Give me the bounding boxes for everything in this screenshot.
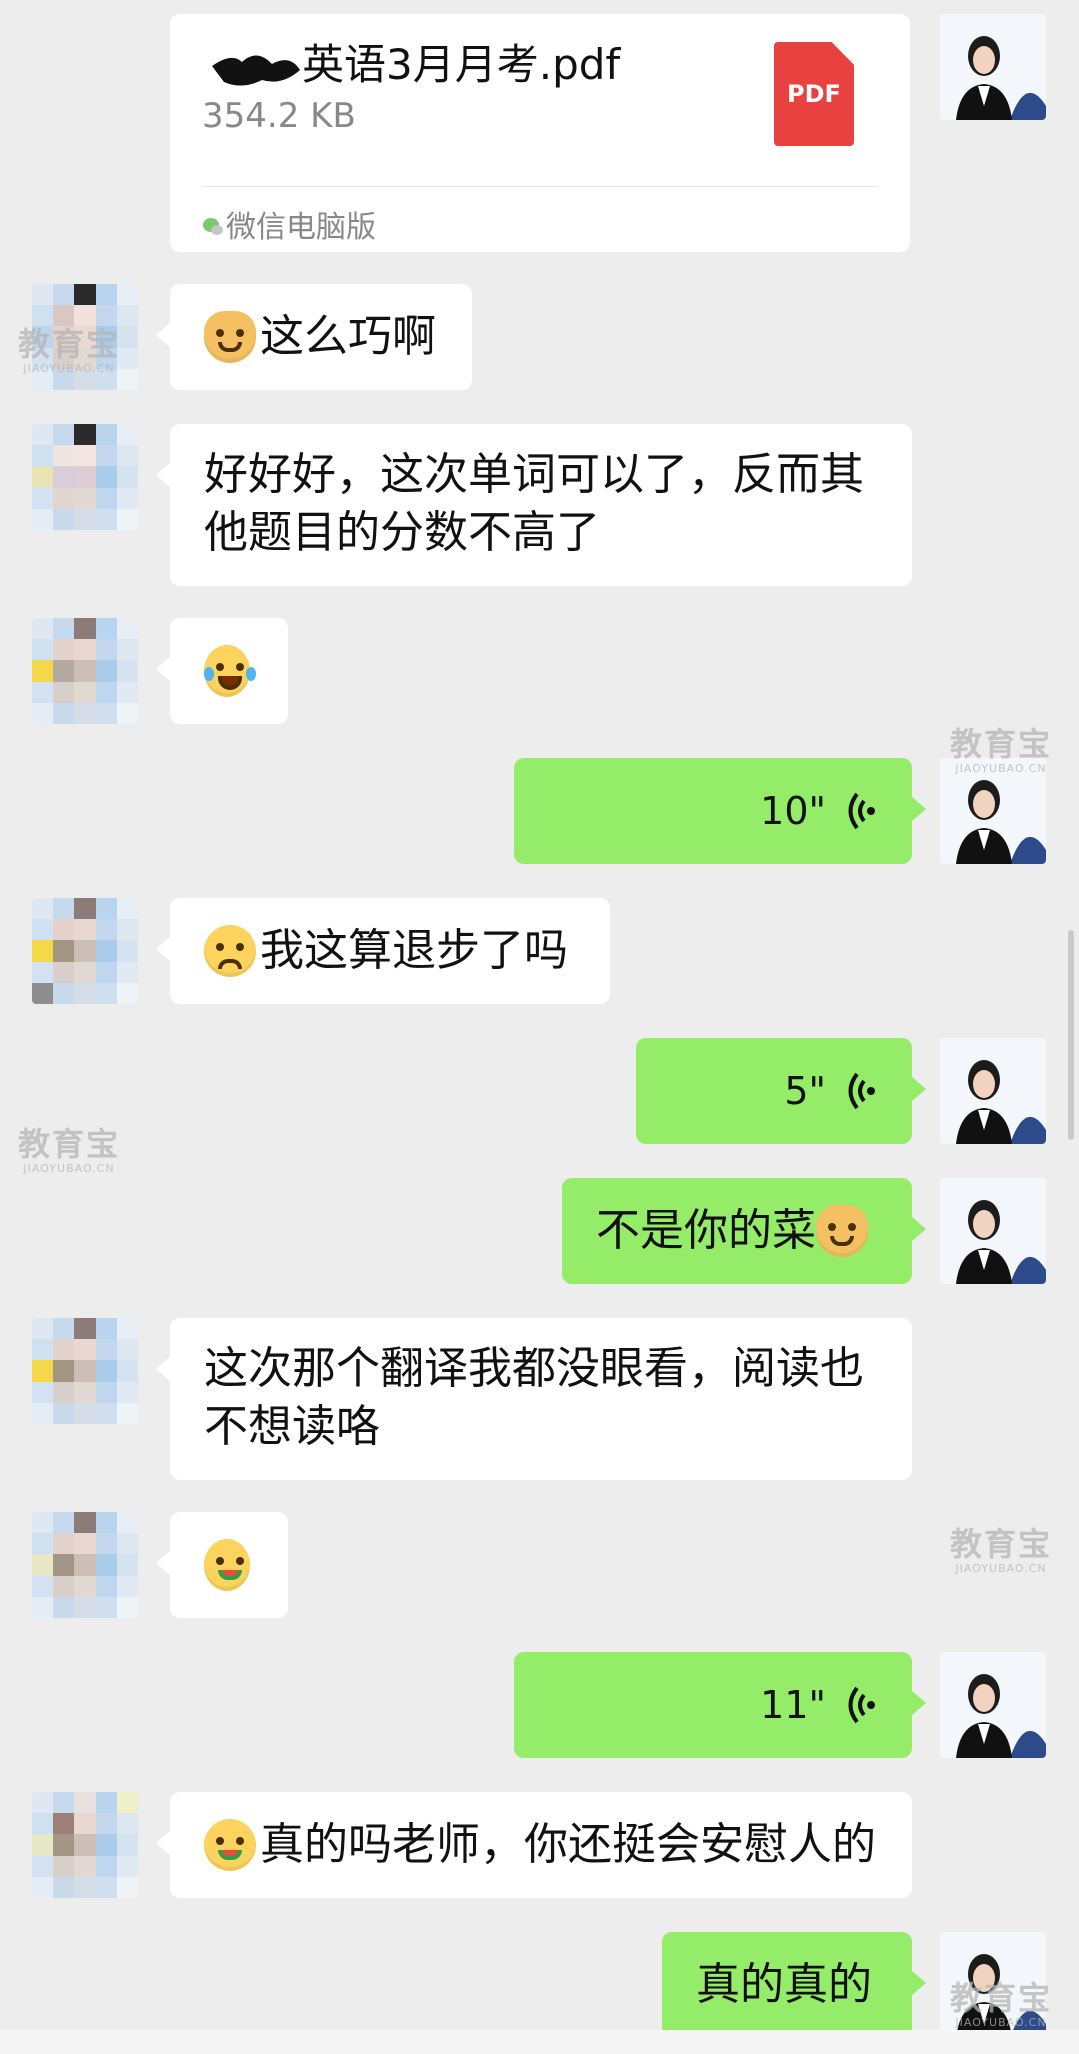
- file-source-label: 微信电脑版: [226, 210, 376, 245]
- mosaic-avatar: [32, 1318, 138, 1424]
- mosaic-avatar: [32, 1792, 138, 1898]
- mosaic-avatar: [32, 898, 138, 1004]
- voice-duration: 10": [760, 789, 826, 833]
- message-bubble[interactable]: 这次那个翻译我都没眼看，阅读也不想读咯: [156, 1318, 912, 1480]
- message-bubble[interactable]: 不是你的菜: [562, 1178, 926, 1284]
- message-text: 真的吗老师，你还挺会安慰人的: [260, 1819, 876, 1870]
- teacher-photo: [940, 1652, 1046, 1758]
- mosaic-avatar: [32, 618, 138, 724]
- watermark: 教育宝 JIAOYUBAO.CN: [18, 325, 121, 375]
- message-text: 真的真的: [696, 1959, 872, 2010]
- divider: [202, 186, 878, 187]
- voice-message-bubble[interactable]: 5": [636, 1038, 926, 1144]
- teacher-photo: [940, 1038, 1046, 1144]
- message-text: 这次那个翻译我都没眼看，阅读也不想读咯: [204, 1343, 864, 1452]
- voice-message-bubble[interactable]: 11": [514, 1652, 926, 1758]
- student-avatar[interactable]: [32, 1792, 138, 1898]
- message-bubble[interactable]: 真的吗老师，你还挺会安慰人的: [156, 1792, 912, 1898]
- student-avatar[interactable]: [32, 618, 138, 724]
- scrollbar[interactable]: [1068, 930, 1074, 1140]
- student-avatar[interactable]: [32, 1512, 138, 1618]
- watermark: 教育宝 JIAOYUBAO.CN: [18, 1125, 121, 1175]
- file-name: 英语3月月考.pdf: [202, 36, 620, 94]
- teacher-photo: [940, 1178, 1046, 1284]
- teacher-avatar[interactable]: [940, 1178, 1046, 1284]
- voice-message-bubble[interactable]: 10": [514, 758, 926, 864]
- message-bubble[interactable]: 真的真的: [662, 1932, 926, 2038]
- message-text: 不是你的菜: [596, 1205, 816, 1256]
- bottom-bar: [0, 2030, 1079, 2054]
- teacher-photo: [940, 14, 1046, 120]
- eating-emoji-icon: [204, 1539, 250, 1591]
- pdf-file-icon: PDF: [774, 42, 854, 146]
- redacted-scribble-icon: [212, 54, 300, 86]
- teacher-avatar[interactable]: [940, 1652, 1046, 1758]
- message-text: 这么巧啊: [260, 311, 436, 362]
- file-card[interactable]: 英语3月月考.pdf 354.2 KB PDF 微信电脑版: [170, 14, 910, 252]
- voice-duration: 11": [760, 1683, 826, 1727]
- laughing-tears-emoji-icon: [204, 645, 256, 697]
- cat-emoji-icon: [816, 1205, 868, 1257]
- voice-wave-icon: [848, 1072, 875, 1110]
- student-avatar[interactable]: [32, 1318, 138, 1424]
- message-text: 好好好，这次单词可以了，反而其他题目的分数不高了: [204, 449, 864, 558]
- cat-emoji-icon: [204, 311, 256, 363]
- message-bubble[interactable]: [156, 1512, 288, 1618]
- message-bubble[interactable]: 我这算退步了吗: [156, 898, 610, 1004]
- wechat-icon: [203, 218, 223, 235]
- eating-emoji-icon: [204, 1819, 256, 1871]
- sad-emoji-icon: [204, 925, 256, 977]
- message-text: 我这算退步了吗: [260, 925, 568, 976]
- watermark: 教育宝 JIAOYUBAO.CN: [950, 725, 1053, 775]
- teacher-avatar[interactable]: [940, 14, 1046, 120]
- mosaic-avatar: [32, 424, 138, 530]
- voice-wave-icon: [848, 1686, 875, 1724]
- voice-duration: 5": [784, 1069, 826, 1113]
- voice-wave-icon: [848, 792, 875, 830]
- message-bubble[interactable]: 这么巧啊: [156, 284, 472, 390]
- student-avatar[interactable]: [32, 424, 138, 530]
- teacher-avatar[interactable]: [940, 1038, 1046, 1144]
- message-bubble[interactable]: [156, 618, 288, 724]
- student-avatar[interactable]: [32, 898, 138, 1004]
- watermark: 教育宝 JIAOYUBAO.CN: [950, 1525, 1053, 1575]
- message-bubble[interactable]: 好好好，这次单词可以了，反而其他题目的分数不高了: [156, 424, 912, 586]
- mosaic-avatar: [32, 1512, 138, 1618]
- watermark: 教育宝 JIAOYUBAO.CN: [950, 1979, 1053, 2029]
- file-size: 354.2 KB: [202, 96, 356, 136]
